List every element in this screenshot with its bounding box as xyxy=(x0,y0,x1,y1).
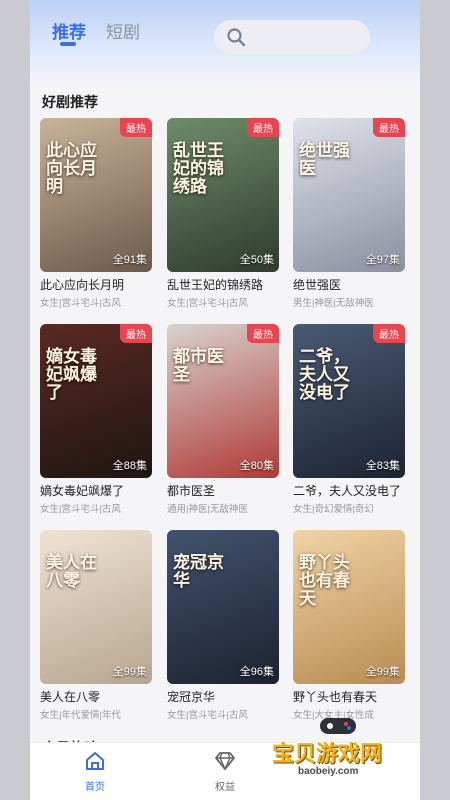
poster-title-art: 野丫头也有春天 xyxy=(299,553,350,608)
poster-title-art: 乱世王妃的锦绣路 xyxy=(173,141,224,196)
drama-poster[interactable]: 此心应向长月明 最热全91集 xyxy=(40,118,152,272)
poster-title-art: 都市医圣 xyxy=(173,347,224,384)
drama-title[interactable]: 都市医圣 xyxy=(167,482,279,499)
nav-item-benefits[interactable]: 权益 xyxy=(195,749,255,793)
drama-poster[interactable]: 都市医圣 最热全80集 xyxy=(167,324,279,478)
hot-badge: 最热 xyxy=(373,118,405,137)
diamond-icon xyxy=(215,752,235,771)
drama-tags: 女生|宫斗宅斗|古风 xyxy=(40,504,121,515)
search-input[interactable] xyxy=(214,20,370,54)
drama-card[interactable]: 二爷，夫人又没电了 最热 全83集 二爷，夫人又没电了 女生|奇幻爱情|奇幻 xyxy=(293,324,405,515)
drama-card[interactable]: 嫡女毒妃飒爆了 最热 全88集 嫡女毒妃飒爆了 女生|宫斗宅斗|古风 xyxy=(40,324,152,515)
drama-card[interactable]: 乱世王妃的锦绣路 最热 全50集 乱世王妃的锦绣路 女生|宫斗宅斗|古风 xyxy=(167,118,279,309)
episode-count: 全50集 xyxy=(239,254,274,266)
section-title-hot: 好剧推荐 xyxy=(42,94,98,110)
header: 推荐 短剧 xyxy=(30,0,420,88)
nav-label-benefits: 权益 xyxy=(215,782,235,793)
drama-poster[interactable]: 嫡女毒妃飒爆了 最热全88集 xyxy=(40,324,152,478)
drama-poster[interactable]: 绝世强医 最热全97集 xyxy=(293,118,405,272)
drama-title[interactable]: 嫡女毒妃飒爆了 xyxy=(40,482,152,499)
hot-badge: 最热 xyxy=(247,118,279,137)
tab-short-drama[interactable]: 短剧 xyxy=(106,18,140,43)
drama-tags: 男生|神医|无敌神医 xyxy=(293,298,374,309)
poster-title-art: 二爷，夫人又没电了 xyxy=(299,347,350,402)
gamepad-icon xyxy=(320,718,356,734)
episode-count: 全99集 xyxy=(112,666,147,678)
poster-title-art: 此心应向长月明 xyxy=(46,141,97,196)
drama-card[interactable]: 野丫头也有春天 全99集 野丫头也有春天 女生|大女主|女性成 xyxy=(293,530,405,721)
watermark-logo: 宝贝游戏网 baobeiy.com xyxy=(268,718,418,788)
hot-badge: 最热 xyxy=(120,324,152,343)
drama-tags: 通用|神医|无敌神医 xyxy=(167,504,248,515)
search-icon xyxy=(227,28,246,47)
drama-card[interactable]: 宠冠京华 全96集 宠冠京华 女生|宫斗宅斗|古风 xyxy=(167,530,279,721)
drama-poster[interactable]: 美人在八零全99集 xyxy=(40,530,152,684)
drama-poster[interactable]: 乱世王妃的锦绣路 最热全50集 xyxy=(167,118,279,272)
drama-tags: 女生|宫斗宅斗|古风 xyxy=(40,298,121,309)
drama-card[interactable]: 此心应向长月明 最热 全91集 此心应向长月明 女生|宫斗宅斗|古风 xyxy=(40,118,152,309)
poster-title-art: 美人在八零 xyxy=(46,553,97,590)
drama-title[interactable]: 此心应向长月明 xyxy=(40,276,152,293)
episode-count: 全83集 xyxy=(365,460,400,472)
drama-card[interactable]: 都市医圣 最热 全80集 都市医圣 通用|神医|无敌神医 xyxy=(167,324,279,515)
hot-badge: 最热 xyxy=(247,324,279,343)
drama-poster[interactable]: 宠冠京华全96集 xyxy=(167,530,279,684)
home-icon xyxy=(86,752,104,770)
poster-title-art: 宠冠京华 xyxy=(173,553,224,590)
poster-title-art: 绝世强医 xyxy=(299,141,350,178)
episode-count: 全91集 xyxy=(112,254,147,266)
tab-recommend[interactable]: 推荐 xyxy=(52,18,86,43)
drama-title[interactable]: 野丫头也有春天 xyxy=(293,688,405,705)
drama-tags: 女生|奇幻爱情|奇幻 xyxy=(293,504,374,515)
drama-title[interactable]: 二爷，夫人又没电了 xyxy=(293,482,405,499)
drama-card[interactable]: 美人在八零 全99集 美人在八零 女生|年代爱情|年代 xyxy=(40,530,152,721)
drama-title[interactable]: 宠冠京华 xyxy=(167,688,279,705)
drama-title[interactable]: 绝世强医 xyxy=(293,276,405,293)
episode-count: 全97集 xyxy=(365,254,400,266)
drama-title[interactable]: 美人在八零 xyxy=(40,688,152,705)
drama-card[interactable]: 绝世强医 最热 全97集 绝世强医 男生|神医|无敌神医 xyxy=(293,118,405,309)
tab-active-indicator xyxy=(60,42,76,46)
watermark-url: baobeiy.com xyxy=(298,766,359,777)
screen-bezel-right xyxy=(420,0,450,800)
episode-count: 全99集 xyxy=(365,666,400,678)
drama-tags: 女生|宫斗宅斗|古风 xyxy=(167,298,248,309)
nav-item-home[interactable]: 首页 xyxy=(65,749,125,793)
drama-tags: 女生|宫斗宅斗|古风 xyxy=(167,710,248,721)
app-screen: 推荐 短剧 好剧推荐 会员热映 首页 权益 此心应向长月明最热全9 xyxy=(30,0,420,800)
nav-label-home: 首页 xyxy=(85,782,105,793)
episode-count: 全88集 xyxy=(112,460,147,472)
drama-title[interactable]: 乱世王妃的锦绣路 xyxy=(167,276,279,293)
poster-title-art: 嫡女毒妃飒爆了 xyxy=(46,347,97,402)
hot-badge: 最热 xyxy=(120,118,152,137)
drama-poster[interactable]: 二爷，夫人又没电了 最热全83集 xyxy=(293,324,405,478)
episode-count: 全96集 xyxy=(239,666,274,678)
drama-poster[interactable]: 野丫头也有春天全99集 xyxy=(293,530,405,684)
screen-bezel-left xyxy=(0,0,30,800)
hot-badge: 最热 xyxy=(373,324,405,343)
drama-tags: 女生|年代爱情|年代 xyxy=(40,710,121,721)
watermark-title: 宝贝游戏网 xyxy=(272,741,383,766)
episode-count: 全80集 xyxy=(239,460,274,472)
